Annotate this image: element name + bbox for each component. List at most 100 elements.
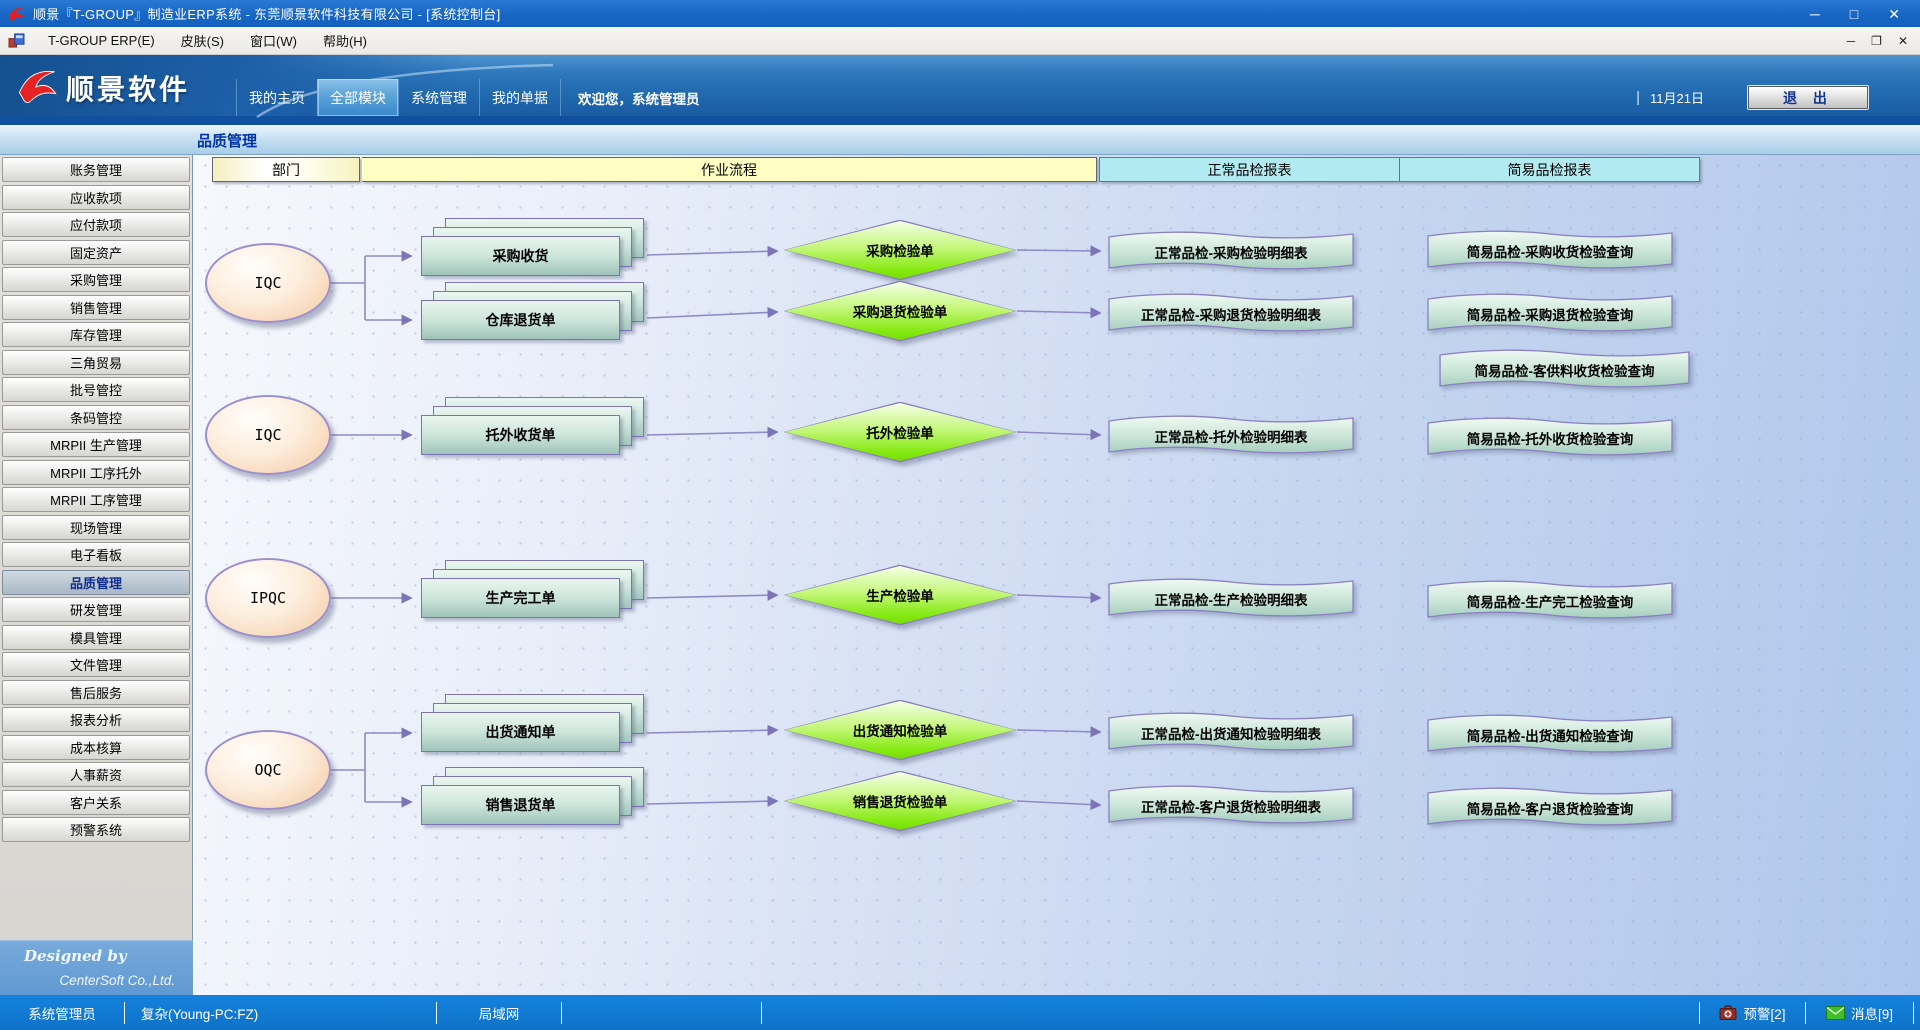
menu-window[interactable]: 窗口(W) <box>237 27 310 54</box>
tab-all-modules[interactable]: 全部模块 <box>317 79 398 116</box>
report-simple-shipping-notice-query[interactable]: 简易品检-出货通知检验查询 <box>1425 712 1675 756</box>
report-label: 简易品检-生产完工检验查询 <box>1425 578 1675 622</box>
report-label: 正常品检-生产检验明细表 <box>1106 576 1356 620</box>
column-header-simple-reports: 简易品检报表 <box>1400 157 1700 182</box>
status-message[interactable]: 消息[9] <box>1806 995 1913 1030</box>
status-blank <box>562 995 761 1030</box>
sidebar-item-purchasing[interactable]: 采购管理 <box>2 267 190 292</box>
sidebar-item-report-analysis[interactable]: 报表分析 <box>2 707 190 732</box>
date-label: 11月21日 <box>1650 88 1704 107</box>
department-ellipse-ipqc: IPQC <box>205 558 331 638</box>
diamond-label: 托外检验单 <box>785 403 1015 461</box>
process-box-shipping-notice[interactable]: 出货通知单 <box>421 712 620 752</box>
welcome-text: 欢迎您，系统管理员 <box>578 79 700 116</box>
sidebar-item-payables[interactable]: 应付款项 <box>2 212 190 237</box>
report-normal-shipping-notice-detail[interactable]: 正常品检-出货通知检验明细表 <box>1106 710 1356 754</box>
sidebar-item-barcode-control[interactable]: 条码管控 <box>2 405 190 430</box>
mdi-close-icon[interactable]: ✕ <box>1898 34 1908 48</box>
report-normal-production-detail[interactable]: 正常品检-生产检验明细表 <box>1106 576 1356 620</box>
sidebar-item-kanban[interactable]: 电子看板 <box>2 542 190 567</box>
report-label: 正常品检-托外检验明细表 <box>1106 413 1356 457</box>
process-box-warehouse-return[interactable]: 仓库退货单 <box>421 300 620 340</box>
report-label: 正常品检-采购退货检验明细表 <box>1106 291 1356 335</box>
alert-label: 预警[2] <box>1743 1003 1785 1023</box>
tab-system-management[interactable]: 系统管理 <box>398 79 479 116</box>
menu-tgroup-erp[interactable]: T-GROUP ERP(E) <box>35 29 168 52</box>
diamond-shipping-notice-inspection[interactable]: 出货通知检验单 <box>785 701 1015 759</box>
menu-help[interactable]: 帮助(H) <box>310 27 380 54</box>
process-box-label: 托外收货单 <box>421 415 620 455</box>
diamond-production-inspection[interactable]: 生产检验单 <box>785 566 1015 624</box>
report-label: 简易品检-客供料收货检验查询 <box>1437 347 1692 391</box>
report-normal-purchase-detail[interactable]: 正常品检-采购检验明细表 <box>1106 229 1356 273</box>
status-network: 局域网 <box>437 995 561 1030</box>
sidebar-item-costing[interactable]: 成本核算 <box>2 735 190 760</box>
flowchart-canvas: 部门 作业流程 正常品检报表 简易品检报表 IQC IQC IPQC OQC 采… <box>193 155 1920 995</box>
message-envelope-icon <box>1826 1006 1845 1020</box>
diamond-purchase-inspection[interactable]: 采购检验单 <box>785 221 1015 279</box>
sidebar-item-after-sales[interactable]: 售后服务 <box>2 680 190 705</box>
department-ellipse-oqc: OQC <box>205 730 331 810</box>
report-simple-customer-supplied-query[interactable]: 简易品检-客供料收货检验查询 <box>1437 347 1692 391</box>
report-simple-purchase-return-query[interactable]: 简易品检-采购退货检验查询 <box>1425 291 1675 335</box>
process-box-purchase-receipt[interactable]: 采购收货 <box>421 236 620 276</box>
close-icon[interactable]: ✕ <box>1888 7 1900 21</box>
sidebar-item-shopfloor[interactable]: 现场管理 <box>2 515 190 540</box>
diamond-outsource-inspection[interactable]: 托外检验单 <box>785 403 1015 461</box>
sidebar-item-triangle-trade[interactable]: 三角贸易 <box>2 350 190 375</box>
menu-skin[interactable]: 皮肤(S) <box>168 27 237 54</box>
company-name: CenterSoft Co.,Ltd. <box>59 973 175 988</box>
department-ellipse-iqc-1: IQC <box>205 243 331 323</box>
report-simple-customer-return-query[interactable]: 简易品检-客户退货检验查询 <box>1425 785 1675 829</box>
mdi-minimize-icon[interactable]: ─ <box>1847 34 1856 48</box>
report-simple-production-completion-query[interactable]: 简易品检-生产完工检验查询 <box>1425 578 1675 622</box>
nav-tabs: 我的主页 全部模块 系统管理 我的单据 <box>236 79 561 116</box>
sidebar-item-receivables[interactable]: 应收款项 <box>2 185 190 210</box>
banner-divider: | <box>1636 89 1640 106</box>
report-simple-purchase-receipt-query[interactable]: 简易品检-采购收货检验查询 <box>1425 228 1675 272</box>
sidebar-item-hr-payroll[interactable]: 人事薪资 <box>2 762 190 787</box>
status-alert[interactable]: 预警[2] <box>1700 995 1805 1030</box>
diamond-label: 采购退货检验单 <box>785 282 1015 340</box>
column-header-workflow: 作业流程 <box>362 157 1097 182</box>
report-label: 简易品检-采购退货检验查询 <box>1425 291 1675 335</box>
sidebar-item-rnd[interactable]: 研发管理 <box>2 597 190 622</box>
sidebar-item-sales[interactable]: 销售管理 <box>2 295 190 320</box>
process-box-production-completion[interactable]: 生产完工单 <box>421 578 620 618</box>
tab-my-home[interactable]: 我的主页 <box>236 79 317 116</box>
mdi-restore-icon[interactable]: ❐ <box>1871 34 1882 48</box>
process-box-sales-return[interactable]: 销售退货单 <box>421 785 620 825</box>
message-label: 消息[9] <box>1851 1003 1893 1023</box>
window-title: 顺景『T-GROUP』制造业ERP系统 - 东莞顺景软件科技有限公司 - [系统… <box>33 4 500 23</box>
diamond-purchase-return-inspection[interactable]: 采购退货检验单 <box>785 282 1015 340</box>
minimize-icon[interactable]: ─ <box>1810 7 1820 21</box>
report-normal-outsource-detail[interactable]: 正常品检-托外检验明细表 <box>1106 413 1356 457</box>
diamond-label: 生产检验单 <box>785 566 1015 624</box>
sidebar-item-crm[interactable]: 客户关系 <box>2 790 190 815</box>
sidebar-item-accounting[interactable]: 账务管理 <box>2 157 190 182</box>
process-box-label: 采购收货 <box>421 236 620 276</box>
sidebar-item-lot-control[interactable]: 批号管控 <box>2 377 190 402</box>
logo-text: 顺景软件 <box>66 68 190 108</box>
sidebar-item-document[interactable]: 文件管理 <box>2 652 190 677</box>
department-ellipse-iqc-2: IQC <box>205 395 331 475</box>
exit-button[interactable]: 退 出 <box>1748 86 1868 109</box>
app-logo-icon <box>6 5 26 23</box>
diamond-sales-return-inspection[interactable]: 销售退货检验单 <box>785 772 1015 830</box>
sidebar-item-fixed-assets[interactable]: 固定资产 <box>2 240 190 265</box>
column-header-department: 部门 <box>212 157 360 182</box>
sidebar-item-mold[interactable]: 模具管理 <box>2 625 190 650</box>
sidebar-item-alert-system[interactable]: 预警系统 <box>2 817 190 842</box>
process-box-label: 生产完工单 <box>421 578 620 618</box>
sidebar-item-mrp2-process[interactable]: MRPII 工序管理 <box>2 487 190 512</box>
sidebar-item-quality[interactable]: 品质管理 <box>2 570 190 595</box>
report-normal-customer-return-detail[interactable]: 正常品检-客户退货检验明细表 <box>1106 783 1356 827</box>
report-simple-outsource-receipt-query[interactable]: 简易品检-托外收货检验查询 <box>1425 415 1675 459</box>
sidebar-item-inventory[interactable]: 库存管理 <box>2 322 190 347</box>
process-box-outsource-receipt[interactable]: 托外收货单 <box>421 415 620 455</box>
maximize-icon[interactable]: □ <box>1850 7 1858 21</box>
sidebar-item-mrp2-outsourcing[interactable]: MRPII 工序托外 <box>2 460 190 485</box>
report-normal-purchase-return-detail[interactable]: 正常品检-采购退货检验明细表 <box>1106 291 1356 335</box>
sidebar-item-mrp2-production[interactable]: MRPII 生产管理 <box>2 432 190 457</box>
tab-my-documents[interactable]: 我的单据 <box>479 79 561 116</box>
